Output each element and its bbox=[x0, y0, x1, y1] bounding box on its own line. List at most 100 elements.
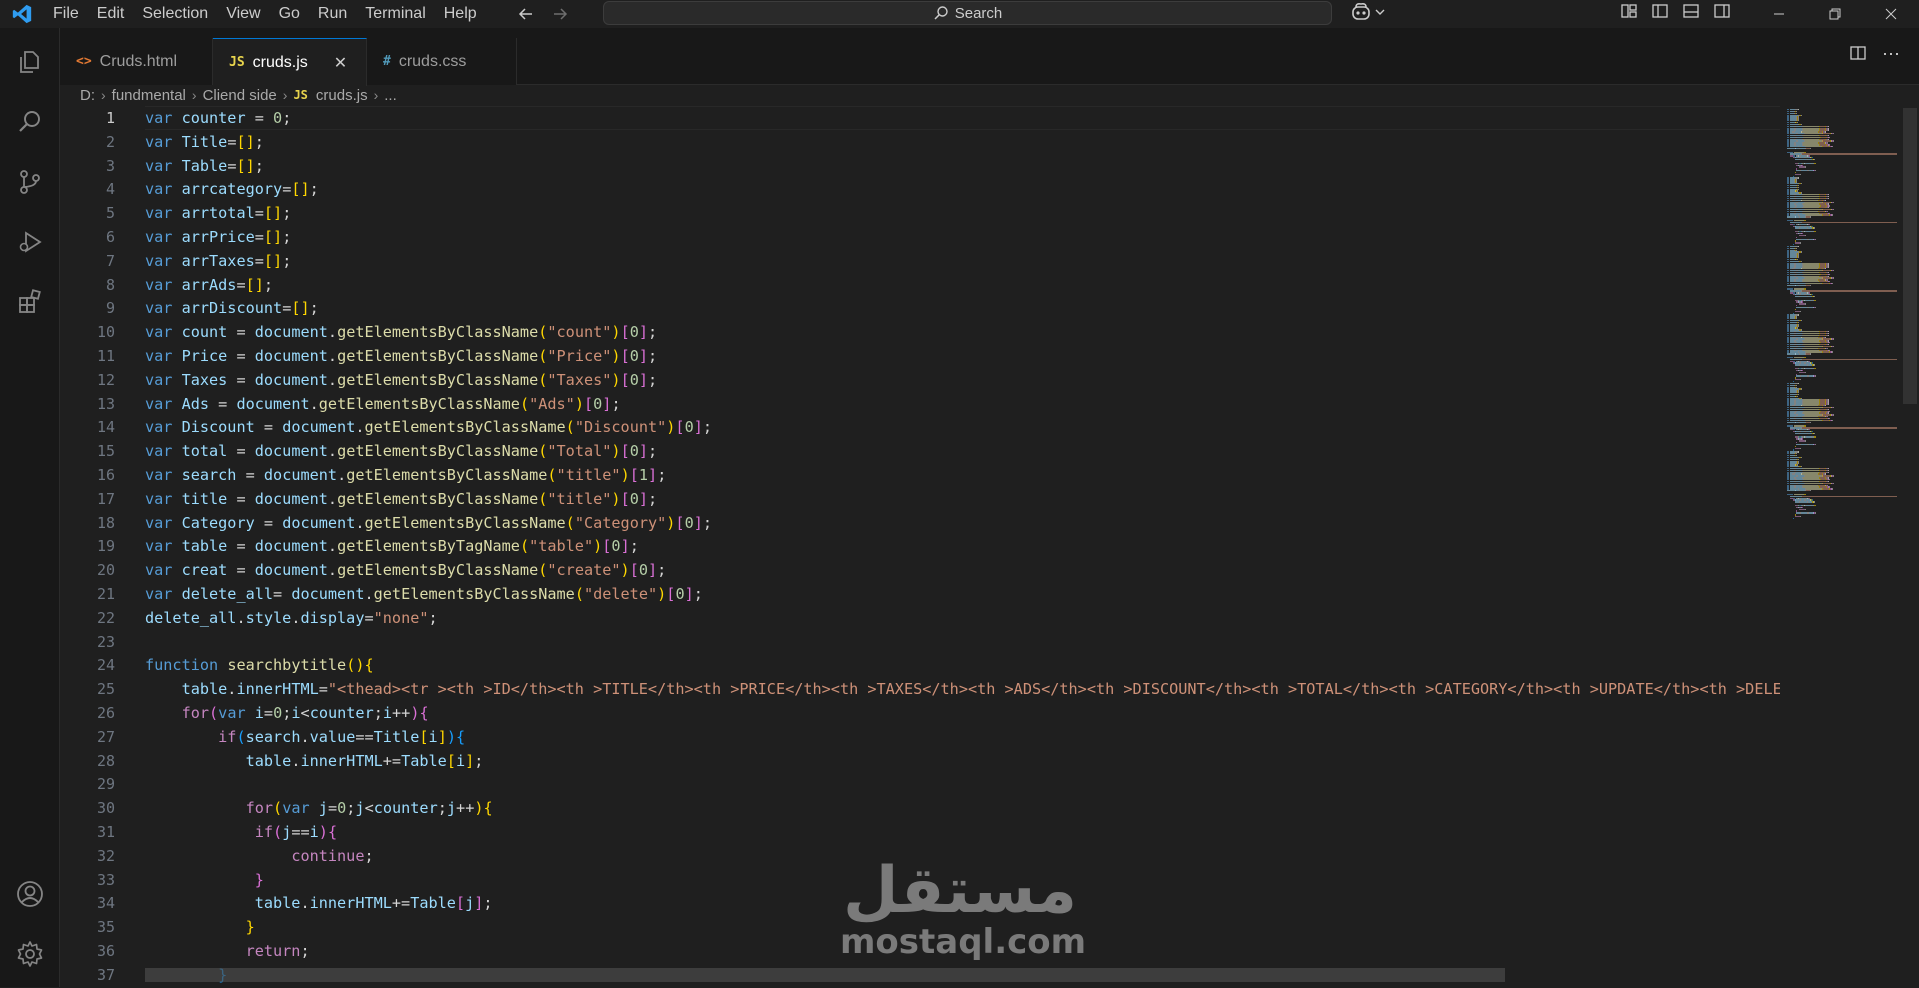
menu-run[interactable]: Run bbox=[309, 0, 356, 28]
code-token: ; bbox=[263, 275, 274, 294]
code-line[interactable]: var Table=[]; bbox=[145, 155, 264, 179]
code-line[interactable]: table.innerHTML="<thead><tr ><th >ID</th… bbox=[145, 678, 1780, 702]
line-number: 33 bbox=[96, 870, 115, 889]
code-line[interactable]: var title = document.getElementsByClassN… bbox=[145, 488, 657, 512]
breadcrumb-folder[interactable]: fundmental bbox=[112, 87, 186, 104]
menu-file[interactable]: File bbox=[44, 0, 88, 28]
minimap-line bbox=[1793, 517, 1794, 520]
line-number: 18 bbox=[96, 513, 115, 532]
code-token: document bbox=[236, 394, 310, 413]
chevron-right-icon: › bbox=[191, 87, 197, 103]
code-token: j bbox=[465, 894, 475, 913]
code-line[interactable]: var Ads = document.getElementsByClassNam… bbox=[145, 393, 621, 417]
horizontal-scrollbar[interactable] bbox=[145, 968, 1505, 982]
minimize-button[interactable] bbox=[1751, 0, 1807, 28]
code-token: function bbox=[145, 656, 219, 675]
menu-help[interactable]: Help bbox=[435, 0, 486, 28]
close-icon[interactable]: ✕ bbox=[334, 53, 347, 73]
run-debug-icon[interactable] bbox=[0, 218, 60, 266]
code-line[interactable]: var arrPrice=[]; bbox=[145, 226, 291, 250]
code-token: < bbox=[300, 704, 310, 722]
minimap-line bbox=[1814, 436, 1816, 438]
menu-view[interactable]: View bbox=[217, 0, 269, 28]
code-token: if bbox=[218, 727, 237, 746]
source-control-icon[interactable] bbox=[0, 158, 60, 206]
forward-arrow-icon[interactable] bbox=[548, 2, 572, 26]
tab-cruds-js[interactable]: JS cruds.js ✕ bbox=[213, 38, 367, 86]
menu-terminal[interactable]: Terminal bbox=[356, 0, 434, 28]
code-line[interactable]: var delete_all= document.getElementsByCl… bbox=[145, 583, 703, 607]
toggle-secondary-sidebar-icon[interactable] bbox=[1713, 2, 1731, 20]
menu-edit[interactable]: Edit bbox=[88, 0, 134, 28]
accounts-icon[interactable] bbox=[0, 870, 60, 918]
code-line[interactable]: var arrtotal=[]; bbox=[145, 202, 291, 226]
search-view-icon[interactable] bbox=[0, 98, 60, 146]
toggle-panel-icon[interactable] bbox=[1682, 2, 1700, 20]
code-token: counter bbox=[181, 109, 246, 127]
code-token: Table bbox=[181, 156, 228, 175]
minimap[interactable] bbox=[1785, 106, 1905, 526]
code-line[interactable]: } bbox=[145, 916, 255, 940]
code-token: += bbox=[382, 751, 402, 770]
code-token: ( bbox=[519, 537, 530, 556]
close-window-button[interactable] bbox=[1863, 0, 1919, 28]
code-line[interactable]: function searchbytitle(){ bbox=[145, 654, 374, 678]
code-line[interactable]: var count = document.getElementsByClassN… bbox=[145, 321, 657, 345]
menu-selection[interactable]: Selection bbox=[133, 0, 217, 28]
code-line[interactable]: var counter = 0; bbox=[145, 107, 291, 131]
code-line[interactable]: var arrTaxes=[]; bbox=[145, 250, 291, 274]
breadcrumb-folder[interactable]: Cliend side bbox=[203, 87, 277, 104]
code-token: ){ bbox=[474, 799, 493, 818]
copilot-menu[interactable] bbox=[1350, 2, 1386, 22]
code-line[interactable]: var Title=[]; bbox=[145, 131, 264, 155]
breadcrumb-drive[interactable]: D: bbox=[80, 87, 95, 104]
explorer-icon[interactable] bbox=[0, 38, 60, 86]
manage-gear-icon[interactable] bbox=[0, 930, 60, 978]
minimap-line bbox=[1832, 338, 1834, 340]
code-token: [ bbox=[620, 370, 630, 389]
tab-cruds-css[interactable]: # cruds.css bbox=[367, 38, 517, 85]
code-line[interactable]: var creat = document.getElementsByClassN… bbox=[145, 559, 666, 583]
split-editor-icon[interactable] bbox=[1849, 44, 1867, 62]
minimap-line bbox=[1800, 114, 1802, 116]
command-center-search[interactable]: Search bbox=[603, 1, 1332, 25]
menu-go[interactable]: Go bbox=[270, 0, 309, 28]
code-line[interactable]: var Price = document.getElementsByClassN… bbox=[145, 345, 657, 369]
code-line[interactable]: return; bbox=[145, 940, 310, 964]
code-line[interactable]: var arrAds=[]; bbox=[145, 274, 273, 298]
more-actions-icon[interactable]: ⋯ bbox=[1882, 44, 1901, 65]
line-number: 22 bbox=[96, 608, 115, 627]
tab-cruds-html[interactable]: <> Cruds.html bbox=[60, 38, 213, 85]
code-line[interactable]: var search = document.getElementsByClass… bbox=[145, 464, 666, 488]
breadcrumb-file[interactable]: cruds.js bbox=[316, 87, 368, 104]
code-line[interactable]: if(j==i){ bbox=[145, 821, 337, 845]
code-line[interactable]: table.innerHTML+=Table[j]; bbox=[145, 892, 493, 916]
code-line[interactable]: var Discount = document.getElementsByCla… bbox=[145, 416, 712, 440]
code-line[interactable]: var total = document.getElementsByClassN… bbox=[145, 440, 657, 464]
code-token: ; bbox=[648, 370, 658, 389]
code-line[interactable]: var table = document.getElementsByTagNam… bbox=[145, 535, 639, 559]
code-line[interactable]: var Category = document.getElementsByCla… bbox=[145, 512, 712, 536]
breadcrumb-more[interactable]: ... bbox=[384, 87, 397, 104]
code-token: = bbox=[227, 537, 255, 556]
code-line[interactable]: delete_all.style.display="none"; bbox=[145, 607, 438, 631]
toggle-primary-sidebar-icon[interactable] bbox=[1651, 2, 1669, 20]
code-line[interactable]: var Taxes = document.getElementsByClassN… bbox=[145, 369, 657, 393]
code-line[interactable]: for(var j=0;j<counter;j++){ bbox=[145, 797, 493, 821]
vertical-scrollbar[interactable] bbox=[1903, 108, 1917, 404]
extensions-icon[interactable] bbox=[0, 278, 60, 326]
restore-button[interactable] bbox=[1807, 0, 1863, 28]
code-line[interactable]: var arrcategory=[]; bbox=[145, 178, 319, 202]
minimap-line bbox=[1805, 303, 1806, 305]
code-line[interactable]: continue; bbox=[145, 845, 373, 869]
line-number: 26 bbox=[96, 704, 115, 722]
code-line[interactable]: for(var i=0;i<counter;i++){ bbox=[145, 702, 429, 726]
code-line[interactable]: } bbox=[145, 869, 264, 893]
customize-layout-icon[interactable] bbox=[1620, 2, 1638, 20]
code-line[interactable]: table.innerHTML+=Table[i]; bbox=[145, 750, 484, 774]
code-line[interactable]: if(search.value==Title[i]){ bbox=[145, 726, 465, 750]
minimap-line bbox=[1810, 353, 1811, 355]
back-arrow-icon[interactable] bbox=[514, 2, 538, 26]
code-line[interactable]: var arrDiscount=[]; bbox=[145, 297, 319, 321]
